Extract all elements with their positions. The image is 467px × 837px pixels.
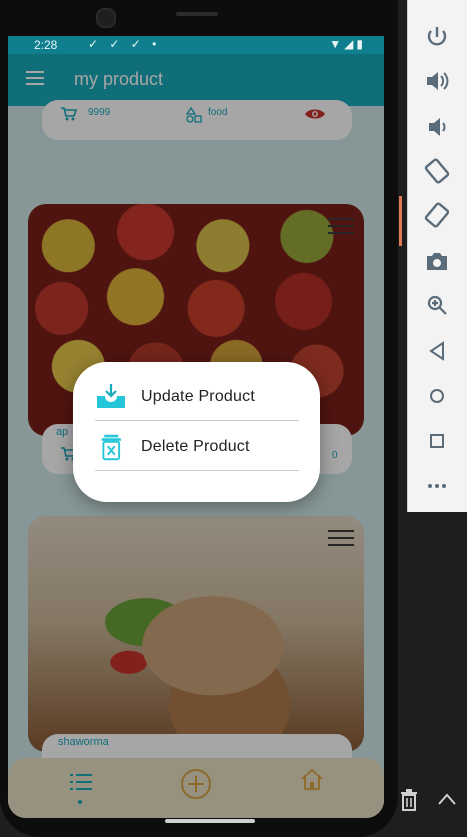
- volume-accent: [399, 196, 402, 246]
- status-bar: 2:28 ✓ ✓ ✓ • ▼◢▮: [8, 36, 384, 54]
- chevron-up-icon[interactable]: [437, 792, 457, 806]
- rotate-right-icon[interactable]: [424, 202, 450, 228]
- signal-battery-icons: ▼◢▮: [329, 37, 366, 51]
- delete-product-option[interactable]: Delete Product: [95, 424, 299, 471]
- delete-product-label: Delete Product: [141, 438, 250, 455]
- overview-icon[interactable]: [424, 428, 450, 454]
- home-circle-icon[interactable]: [424, 383, 450, 409]
- earpiece: [176, 12, 218, 16]
- trash-x-icon: [101, 434, 121, 461]
- camera-icon[interactable]: [424, 248, 450, 274]
- rotate-left-icon[interactable]: [424, 158, 450, 184]
- gesture-handle: [165, 819, 255, 823]
- inbox-download-icon: [97, 384, 125, 408]
- volume-up-icon[interactable]: [424, 68, 450, 94]
- notification-icons: ✓ ✓ ✓ •: [88, 37, 161, 51]
- status-time: 2:28: [34, 38, 58, 52]
- front-camera: [96, 8, 116, 28]
- more-icon[interactable]: [424, 473, 450, 499]
- volume-down-icon[interactable]: [424, 114, 450, 140]
- product-options-dialog: Update Product Delete Product: [73, 362, 320, 502]
- back-icon[interactable]: [424, 338, 450, 364]
- power-icon[interactable]: [424, 24, 450, 50]
- zoom-icon[interactable]: [424, 292, 450, 318]
- trash-icon[interactable]: [399, 789, 419, 811]
- emulator-toolbar: [407, 0, 467, 512]
- update-product-option[interactable]: Update Product: [95, 374, 299, 421]
- update-product-label: Update Product: [141, 388, 255, 405]
